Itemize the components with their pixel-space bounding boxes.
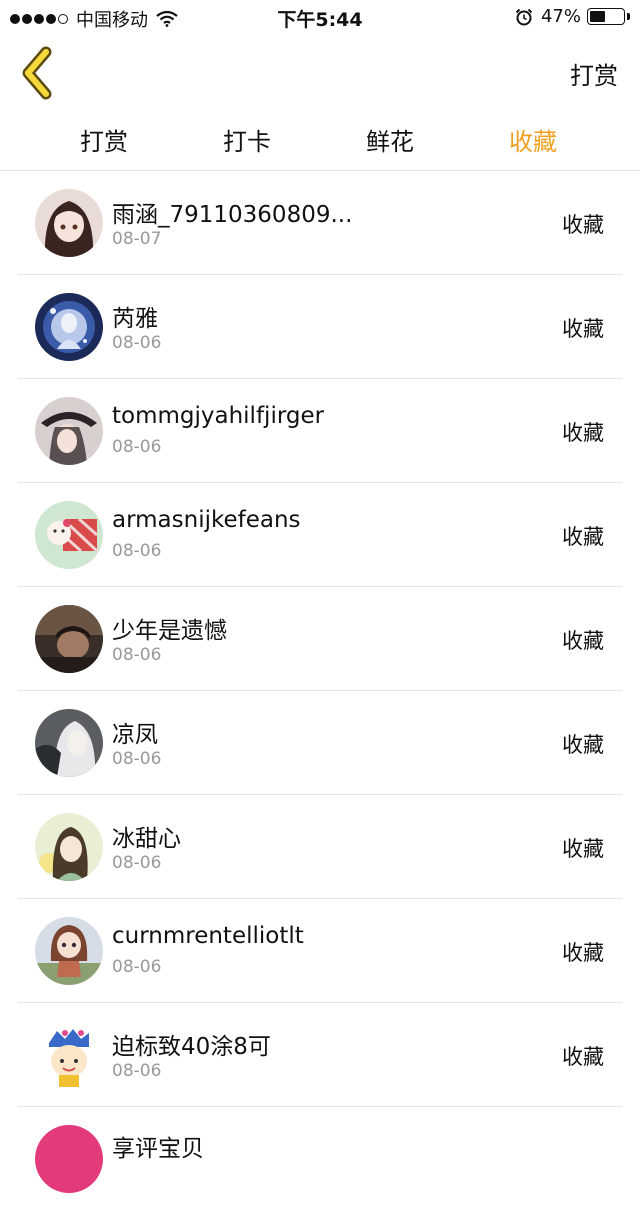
avatar bbox=[35, 397, 103, 465]
item-action-label: 收藏 bbox=[562, 421, 604, 445]
battery-percent: 47% bbox=[540, 6, 581, 27]
item-date: 08-06 bbox=[112, 1061, 162, 1081]
avatar bbox=[35, 293, 103, 361]
list-item[interactable]: 冰甜心 08-06 收藏 bbox=[0, 795, 640, 899]
user-name: 迫标致40涂8可 bbox=[112, 1034, 271, 1060]
tab-bar: 打赏 打卡 鲜花 收藏 bbox=[0, 108, 640, 171]
item-date: 08-06 bbox=[112, 749, 162, 769]
list-item-partial[interactable]: 享评宝贝 bbox=[0, 1107, 640, 1211]
item-action-label: 收藏 bbox=[562, 941, 604, 965]
user-name: armasnijkefeans bbox=[112, 507, 301, 533]
battery-fill bbox=[590, 11, 605, 22]
chevron-left-icon bbox=[22, 46, 52, 100]
user-name: 凉凤 bbox=[112, 722, 158, 748]
battery-tip bbox=[627, 13, 630, 20]
nav-bar: 打赏 bbox=[0, 36, 640, 108]
avatar bbox=[35, 501, 103, 569]
tab-reward[interactable]: 打赏 bbox=[80, 122, 128, 157]
battery-icon bbox=[587, 8, 625, 25]
item-action-label: 收藏 bbox=[562, 837, 604, 861]
item-date: 08-06 bbox=[112, 957, 162, 977]
avatar bbox=[35, 709, 103, 777]
favorites-list: 雨涵_79110360809... 08-07 收藏 芮雅 08-06 收藏 t… bbox=[0, 171, 640, 1211]
avatar bbox=[35, 1125, 103, 1193]
list-item[interactable]: 迫标致40涂8可 08-06 收藏 bbox=[0, 1003, 640, 1107]
user-name: 享评宝贝 bbox=[112, 1136, 204, 1162]
user-name: 雨涵_79110360809... bbox=[112, 202, 353, 228]
item-date: 08-06 bbox=[112, 645, 162, 665]
reward-button[interactable]: 打赏 bbox=[570, 56, 618, 91]
user-name: curnmrentelliotlt bbox=[112, 923, 304, 949]
avatar bbox=[35, 917, 103, 985]
status-right: 47% bbox=[515, 6, 630, 27]
list-item[interactable]: 凉凤 08-06 收藏 bbox=[0, 691, 640, 795]
list-item[interactable]: curnmrentelliotlt 08-06 收藏 bbox=[0, 899, 640, 1003]
list-item[interactable]: 芮雅 08-06 收藏 bbox=[0, 275, 640, 379]
item-date: 08-06 bbox=[112, 853, 162, 873]
back-button[interactable] bbox=[16, 46, 66, 100]
tab-checkin[interactable]: 打卡 bbox=[223, 122, 271, 157]
item-date: 08-07 bbox=[112, 229, 162, 249]
status-bar: 中国移动 下午5:44 47% bbox=[0, 0, 640, 36]
item-action-label: 收藏 bbox=[562, 733, 604, 757]
avatar bbox=[35, 605, 103, 673]
tab-flowers[interactable]: 鲜花 bbox=[366, 122, 414, 157]
item-action-label: 收藏 bbox=[562, 317, 604, 341]
item-action-label: 收藏 bbox=[562, 1045, 604, 1069]
item-action-label: 收藏 bbox=[562, 213, 604, 237]
avatar bbox=[35, 1021, 103, 1089]
user-name: 冰甜心 bbox=[112, 826, 181, 852]
item-action-label: 收藏 bbox=[562, 629, 604, 653]
user-name: 少年是遗憾 bbox=[112, 618, 227, 644]
alarm-clock-icon bbox=[515, 8, 533, 25]
list-item[interactable]: tommgjyahilfjirger 08-06 收藏 bbox=[0, 379, 640, 483]
user-name: 芮雅 bbox=[112, 306, 158, 332]
list-item[interactable]: 雨涵_79110360809... 08-07 收藏 bbox=[0, 171, 640, 275]
list-item[interactable]: 少年是遗憾 08-06 收藏 bbox=[0, 587, 640, 691]
avatar bbox=[35, 813, 103, 881]
item-date: 08-06 bbox=[112, 541, 162, 561]
item-date: 08-06 bbox=[112, 333, 162, 353]
avatar bbox=[35, 189, 103, 257]
list-item[interactable]: armasnijkefeans 08-06 收藏 bbox=[0, 483, 640, 587]
item-action-label: 收藏 bbox=[562, 525, 604, 549]
user-name: tommgjyahilfjirger bbox=[112, 403, 325, 429]
tab-favorites[interactable]: 收藏 bbox=[509, 122, 557, 157]
item-date: 08-06 bbox=[112, 437, 162, 457]
